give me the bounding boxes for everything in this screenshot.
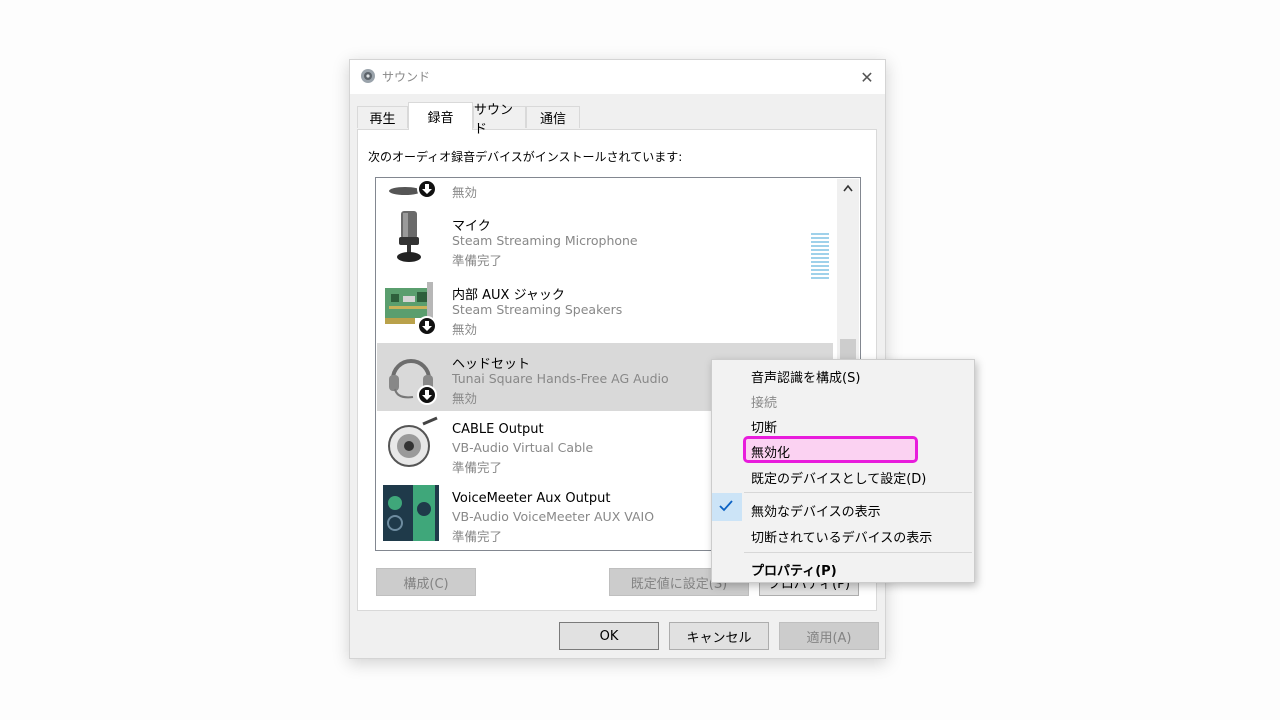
instruction-text: 次のオーディオ録音デバイスがインストールされています: bbox=[368, 150, 683, 164]
title-bar: サウンド ✕ bbox=[350, 60, 885, 94]
apply-button[interactable]: 適用(A) bbox=[779, 622, 879, 650]
close-button[interactable]: ✕ bbox=[855, 65, 879, 89]
context-menu: 音声認識を構成(S) 接続 切断 無効化 既定のデバイスとして設定(D) 無効な… bbox=[711, 359, 975, 583]
device-status: 準備完了 bbox=[452, 529, 503, 544]
menu-item-disconnect[interactable]: 切断 bbox=[751, 417, 777, 436]
speaker-icon bbox=[361, 69, 375, 83]
menu-item-connect[interactable]: 接続 bbox=[751, 392, 777, 411]
device-name: 内部 AUX ジャック bbox=[452, 288, 565, 303]
menu-item-properties[interactable]: プロパティ(P) bbox=[751, 560, 837, 579]
disabled-badge-icon bbox=[417, 385, 437, 405]
device-description: Steam Streaming Speakers bbox=[452, 302, 623, 317]
close-icon: ✕ bbox=[860, 67, 874, 87]
disabled-badge-icon bbox=[417, 316, 437, 336]
device-status: 無効 bbox=[452, 322, 478, 337]
menu-separator bbox=[744, 492, 972, 493]
ok-button[interactable]: OK bbox=[559, 622, 659, 650]
device-description: Tunai Square Hands-Free AG Audio bbox=[452, 371, 669, 386]
disabled-badge-icon bbox=[417, 179, 437, 199]
cable-icon bbox=[388, 416, 438, 467]
list-item[interactable]: 無効 bbox=[377, 178, 833, 205]
device-status: 準備完了 bbox=[452, 460, 503, 475]
tab-communications[interactable]: 通信 bbox=[526, 106, 580, 128]
menu-item-show-disconnected[interactable]: 切断されているデバイスの表示 bbox=[751, 527, 932, 546]
cancel-button[interactable]: キャンセル bbox=[669, 622, 769, 650]
device-name: CABLE Output bbox=[452, 422, 544, 437]
device-status: 準備完了 bbox=[452, 253, 503, 268]
device-description: Steam Streaming Microphone bbox=[452, 233, 638, 248]
voicemeeter-icon bbox=[383, 485, 439, 541]
list-item[interactable]: マイク Steam Streaming Microphone 準備完了 bbox=[377, 205, 833, 281]
device-name: ヘッドセット bbox=[452, 357, 531, 372]
menu-item-set-default[interactable]: 既定のデバイスとして設定(D) bbox=[751, 468, 926, 487]
tab-sounds[interactable]: サウンド bbox=[473, 103, 526, 137]
list-item[interactable]: 内部 AUX ジャック Steam Streaming Speakers 無効 bbox=[377, 274, 833, 342]
device-description: VB-Audio VoiceMeeter AUX VAIO bbox=[452, 509, 655, 524]
menu-item-show-disabled[interactable]: 無効なデバイスの表示 bbox=[751, 501, 881, 520]
window-title: サウンド bbox=[382, 70, 431, 84]
device-description: VB-Audio Virtual Cable bbox=[452, 440, 594, 455]
menu-separator bbox=[744, 552, 972, 553]
device-status: 無効 bbox=[452, 391, 478, 406]
microphone-icon bbox=[397, 211, 421, 262]
scroll-up-arrow-icon[interactable] bbox=[841, 181, 855, 195]
device-status: 無効 bbox=[452, 185, 478, 200]
device-name: VoiceMeeter Aux Output bbox=[452, 491, 611, 506]
menu-item-disable[interactable]: 無効化 bbox=[751, 442, 790, 461]
configure-button[interactable]: 構成(C) bbox=[376, 568, 476, 596]
tab-recording[interactable]: 録音 bbox=[408, 102, 473, 130]
tab-playback[interactable]: 再生 bbox=[357, 106, 408, 128]
checkmark-icon bbox=[719, 500, 733, 512]
device-name: マイク bbox=[452, 219, 491, 234]
menu-item-configure-speech[interactable]: 音声認識を構成(S) bbox=[751, 367, 860, 386]
